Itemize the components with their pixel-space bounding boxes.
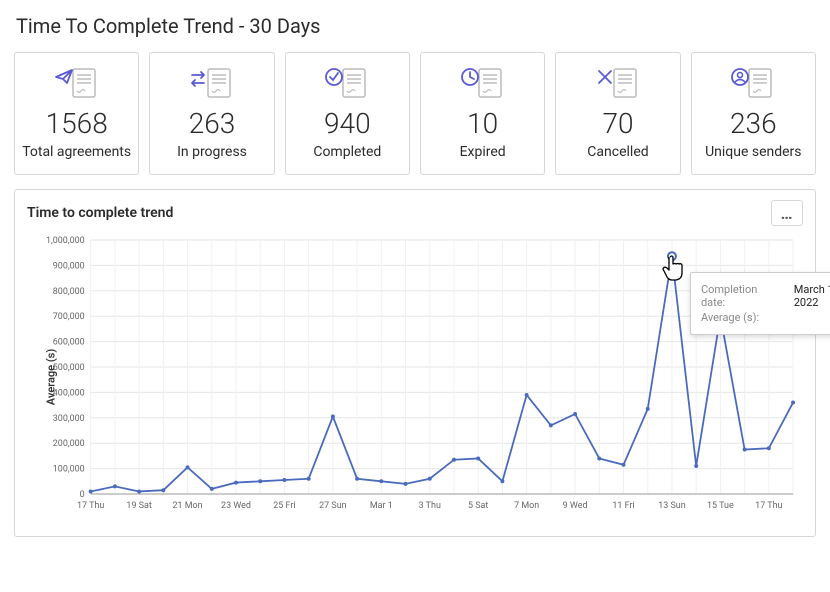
svg-text:17 Thu: 17 Thu bbox=[77, 501, 104, 511]
card-unique-senders[interactable]: 236 Unique senders bbox=[691, 52, 816, 175]
card-value: 236 bbox=[698, 107, 809, 140]
svg-text:3 Thu: 3 Thu bbox=[419, 501, 441, 511]
svg-text:600,000: 600,000 bbox=[53, 338, 85, 348]
card-value: 263 bbox=[156, 107, 267, 140]
svg-text:9 Wed: 9 Wed bbox=[563, 501, 588, 511]
chart-panel: Time to complete trend … Average (s) 0 10… bbox=[14, 189, 816, 537]
card-label: In progress bbox=[156, 144, 267, 160]
card-value: 1568 bbox=[21, 107, 132, 140]
card-value: 940 bbox=[292, 107, 403, 140]
user-icon bbox=[698, 63, 809, 103]
svg-text:11 Fri: 11 Fri bbox=[612, 501, 634, 511]
card-completed[interactable]: 940 Completed bbox=[285, 52, 410, 175]
swap-icon bbox=[156, 63, 267, 103]
svg-text:25 Fri: 25 Fri bbox=[273, 501, 295, 511]
svg-text:5 Sat: 5 Sat bbox=[468, 501, 488, 511]
chart-title: Time to complete trend bbox=[27, 205, 173, 221]
chart-plot-area[interactable]: Average (s) 0100,000200,000300,000400,00… bbox=[27, 232, 803, 522]
card-in-progress[interactable]: 263 In progress bbox=[149, 52, 274, 175]
svg-text:700,000: 700,000 bbox=[53, 312, 85, 322]
tooltip-val-date: March 12, 2022 bbox=[794, 283, 830, 309]
svg-text:23 Wed: 23 Wed bbox=[221, 501, 251, 511]
check-icon bbox=[292, 63, 403, 103]
card-label: Total agreements bbox=[21, 144, 132, 160]
svg-text:900,000: 900,000 bbox=[53, 261, 85, 271]
card-cancelled[interactable]: 70 Cancelled bbox=[555, 52, 680, 175]
svg-text:800,000: 800,000 bbox=[53, 287, 85, 297]
summary-cards: 1568 Total agreements 263 In progress bbox=[14, 52, 816, 175]
svg-text:1,000,000: 1,000,000 bbox=[46, 236, 85, 246]
card-label: Unique senders bbox=[698, 144, 809, 160]
svg-text:17 Thu: 17 Thu bbox=[755, 501, 782, 511]
card-label: Cancelled bbox=[562, 144, 673, 160]
card-label: Completed bbox=[292, 144, 403, 160]
svg-text:0: 0 bbox=[80, 490, 85, 500]
x-icon bbox=[562, 63, 673, 103]
card-label: Expired bbox=[427, 144, 538, 160]
svg-text:100,000: 100,000 bbox=[53, 465, 85, 475]
svg-text:300,000: 300,000 bbox=[53, 414, 85, 424]
card-value: 70 bbox=[562, 107, 673, 140]
svg-text:13 Sun: 13 Sun bbox=[658, 501, 686, 511]
tooltip-key-date: Completion date: bbox=[701, 283, 784, 309]
chart-tooltip: Completion date: March 12, 2022 Average … bbox=[690, 272, 830, 335]
svg-text:19 Sat: 19 Sat bbox=[126, 501, 151, 511]
svg-text:21 Mon: 21 Mon bbox=[172, 501, 202, 511]
chart-more-button[interactable]: … bbox=[771, 200, 803, 226]
svg-text:200,000: 200,000 bbox=[53, 439, 85, 449]
card-expired[interactable]: 10 Expired bbox=[420, 52, 545, 175]
card-total-agreements[interactable]: 1568 Total agreements bbox=[14, 52, 139, 175]
tooltip-key-avg: Average (s): bbox=[701, 311, 759, 324]
svg-text:15 Tue: 15 Tue bbox=[707, 501, 734, 511]
svg-text:Mar 1: Mar 1 bbox=[370, 501, 393, 511]
svg-text:27 Sun: 27 Sun bbox=[319, 501, 347, 511]
clock-icon bbox=[427, 63, 538, 103]
chart-y-axis-label: Average (s) bbox=[45, 349, 58, 405]
send-icon bbox=[21, 63, 132, 103]
svg-text:7 Mon: 7 Mon bbox=[514, 501, 539, 511]
card-value: 10 bbox=[427, 107, 538, 140]
page-title: Time To Complete Trend - 30 Days bbox=[16, 14, 816, 38]
